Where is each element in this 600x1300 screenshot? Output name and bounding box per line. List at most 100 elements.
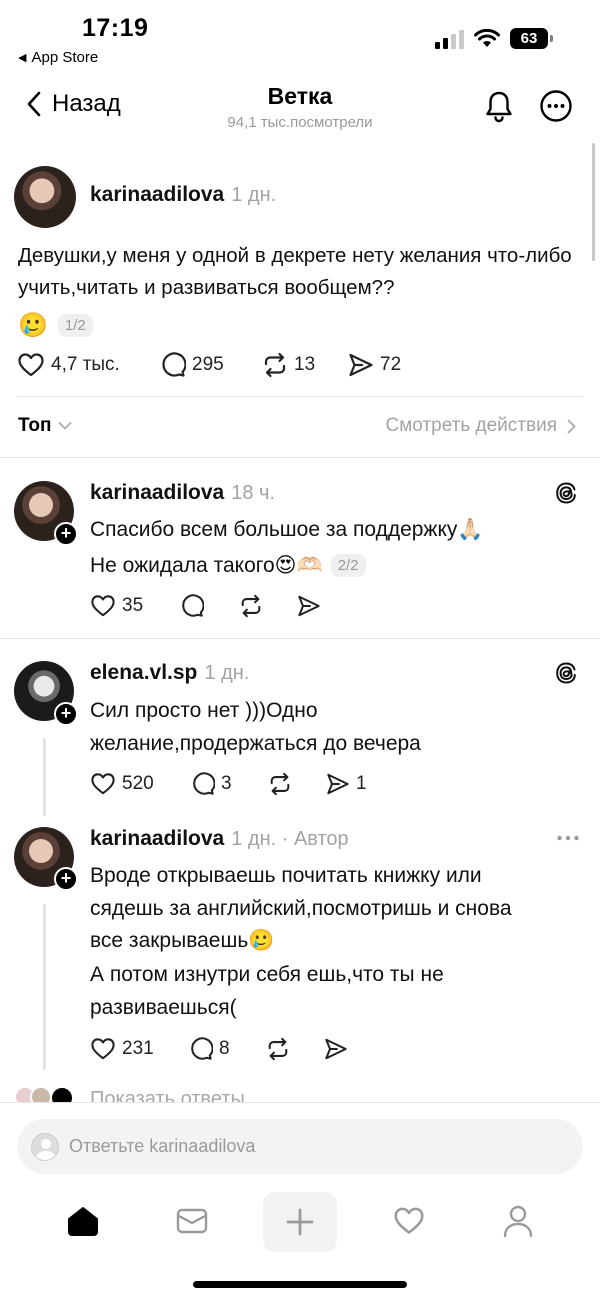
like-button[interactable]: 35 xyxy=(90,594,143,618)
battery-icon: 63 xyxy=(510,28,553,49)
more-options-button[interactable] xyxy=(556,828,580,853)
share-count: 72 xyxy=(380,354,402,375)
more-horizontal-icon xyxy=(557,835,579,841)
share-button[interactable]: 72 xyxy=(348,352,401,378)
divider xyxy=(17,396,583,397)
show-replies-row[interactable]: Показать ответы xyxy=(14,1086,600,1102)
heart-icon xyxy=(394,1207,424,1234)
comment-icon[interactable] xyxy=(180,594,204,618)
heart-icon xyxy=(91,595,115,617)
nav-activity[interactable] xyxy=(374,1190,444,1252)
divider xyxy=(0,638,600,639)
comment-count: 295 xyxy=(192,354,224,375)
reply-text-row: Не ожидала такого😍🫶🏻 2/2 xyxy=(90,549,366,582)
avatar[interactable] xyxy=(14,166,76,228)
comment-count: 8 xyxy=(219,1038,230,1059)
divider xyxy=(0,1102,600,1103)
crying-smile-emoji: 🥲 xyxy=(18,312,48,339)
threads-logo-icon xyxy=(556,482,576,504)
threads-logo-icon xyxy=(556,662,576,684)
username[interactable]: karinaadilova xyxy=(90,481,224,505)
back-to-app-store[interactable]: ◀ App Store xyxy=(18,49,98,66)
divider xyxy=(0,457,600,458)
thread-line xyxy=(43,738,46,816)
send-icon xyxy=(327,773,349,795)
share-count: 1 xyxy=(356,773,367,794)
more-circle-icon xyxy=(540,90,572,122)
comment-button[interactable]: 8 xyxy=(189,1037,230,1061)
reply-text-line: А потом изнутри себя ешь,что ты не xyxy=(90,963,444,986)
follow-plus-icon[interactable]: + xyxy=(54,867,78,891)
user-avatar-icon xyxy=(31,1132,59,1161)
reply-placeholder: Ответьте karinaadilova xyxy=(69,1136,256,1156)
reply-input[interactable]: Ответьте karinaadilova xyxy=(17,1119,583,1174)
reply-text-line: Вроде открываешь почитать книжку или xyxy=(90,864,482,887)
back-triangle-icon: ◀ xyxy=(18,52,27,64)
bell-icon xyxy=(486,91,512,123)
repost-button[interactable]: 13 xyxy=(262,352,315,378)
page-indicator: 2/2 xyxy=(330,554,366,577)
view-activity-label: Смотреть действия xyxy=(385,415,557,436)
nav-home[interactable] xyxy=(48,1190,118,1252)
like-button[interactable]: 4,7 тыс. xyxy=(17,352,120,378)
show-replies-label: Показать ответы xyxy=(90,1088,245,1102)
like-count: 4,7 тыс. xyxy=(51,354,120,375)
view-activity-link[interactable]: Смотреть действия xyxy=(386,415,576,437)
battery-level: 63 xyxy=(520,30,538,47)
repost-count: 13 xyxy=(294,354,316,375)
comment-button[interactable]: 295 xyxy=(160,352,224,378)
reply-text-line: сядешь за английский,посмотришь и снова xyxy=(90,897,512,920)
follow-plus-icon[interactable]: + xyxy=(54,522,78,546)
scrollbar[interactable] xyxy=(592,143,595,261)
like-button[interactable]: 520 xyxy=(90,772,154,796)
like-count: 231 xyxy=(122,1038,154,1059)
chevron-right-icon xyxy=(567,419,576,433)
send-icon xyxy=(349,353,373,377)
reply-header: karinaadilova 1 дн. · Автор xyxy=(90,827,349,851)
like-button[interactable]: 231 xyxy=(90,1037,154,1061)
repost-icon[interactable] xyxy=(239,594,263,618)
chevron-down-icon xyxy=(58,422,71,430)
repost-icon[interactable] xyxy=(266,1037,290,1061)
nav-profile[interactable] xyxy=(483,1190,553,1252)
reply-time: 1 дн. xyxy=(204,662,250,684)
reply-text-line: желание,продержаться до вечера xyxy=(90,732,421,755)
plus-icon xyxy=(286,1208,314,1236)
comment-button[interactable]: 3 xyxy=(191,772,232,796)
send-icon[interactable] xyxy=(324,1037,348,1061)
username[interactable]: karinaadilova xyxy=(90,183,224,207)
avatar xyxy=(50,1086,74,1102)
username[interactable]: elena.vl.sp xyxy=(90,661,197,685)
bell-button[interactable] xyxy=(482,89,516,128)
username[interactable]: karinaadilova xyxy=(90,827,224,851)
page-indicator: 1/2 xyxy=(57,314,93,337)
sort-dropdown[interactable]: Топ xyxy=(18,415,72,437)
reply-text-line: все закрываешь🥲 xyxy=(90,929,275,952)
reply-text-line: Не ожидала такого😍🫶🏻 xyxy=(90,554,323,577)
heart-icon xyxy=(18,353,44,377)
nav-create[interactable] xyxy=(263,1192,337,1252)
back-app-label: App Store xyxy=(31,49,99,66)
reply-text-line: развиваешься( xyxy=(90,996,237,1019)
main-post-extras: 🥲 1/2 xyxy=(18,311,93,340)
repost-icon xyxy=(264,352,286,378)
follow-plus-icon[interactable]: + xyxy=(54,702,78,726)
nav-messages[interactable] xyxy=(157,1190,227,1252)
heart-icon xyxy=(91,1038,115,1060)
repost-icon[interactable] xyxy=(268,772,292,796)
reply-time: 1 дн. · Автор xyxy=(231,828,349,850)
status-indicators: 63 xyxy=(435,28,553,49)
avatar xyxy=(30,1086,52,1102)
reply-text-line: Сил просто нет )))Одно xyxy=(90,699,318,722)
comment-count: 3 xyxy=(221,773,232,794)
send-icon[interactable] xyxy=(297,594,321,618)
like-count: 35 xyxy=(122,595,144,616)
reply-text-line: Спасибо всем большое за поддержку🙏🏻 xyxy=(90,518,484,541)
wifi-icon xyxy=(474,28,500,47)
mail-icon xyxy=(176,1208,208,1234)
share-button[interactable]: 1 xyxy=(326,772,367,796)
status-time: 17:19 xyxy=(82,14,149,42)
home-icon xyxy=(68,1207,98,1236)
cellular-signal-icon xyxy=(435,29,464,49)
more-options-button[interactable] xyxy=(539,89,573,128)
